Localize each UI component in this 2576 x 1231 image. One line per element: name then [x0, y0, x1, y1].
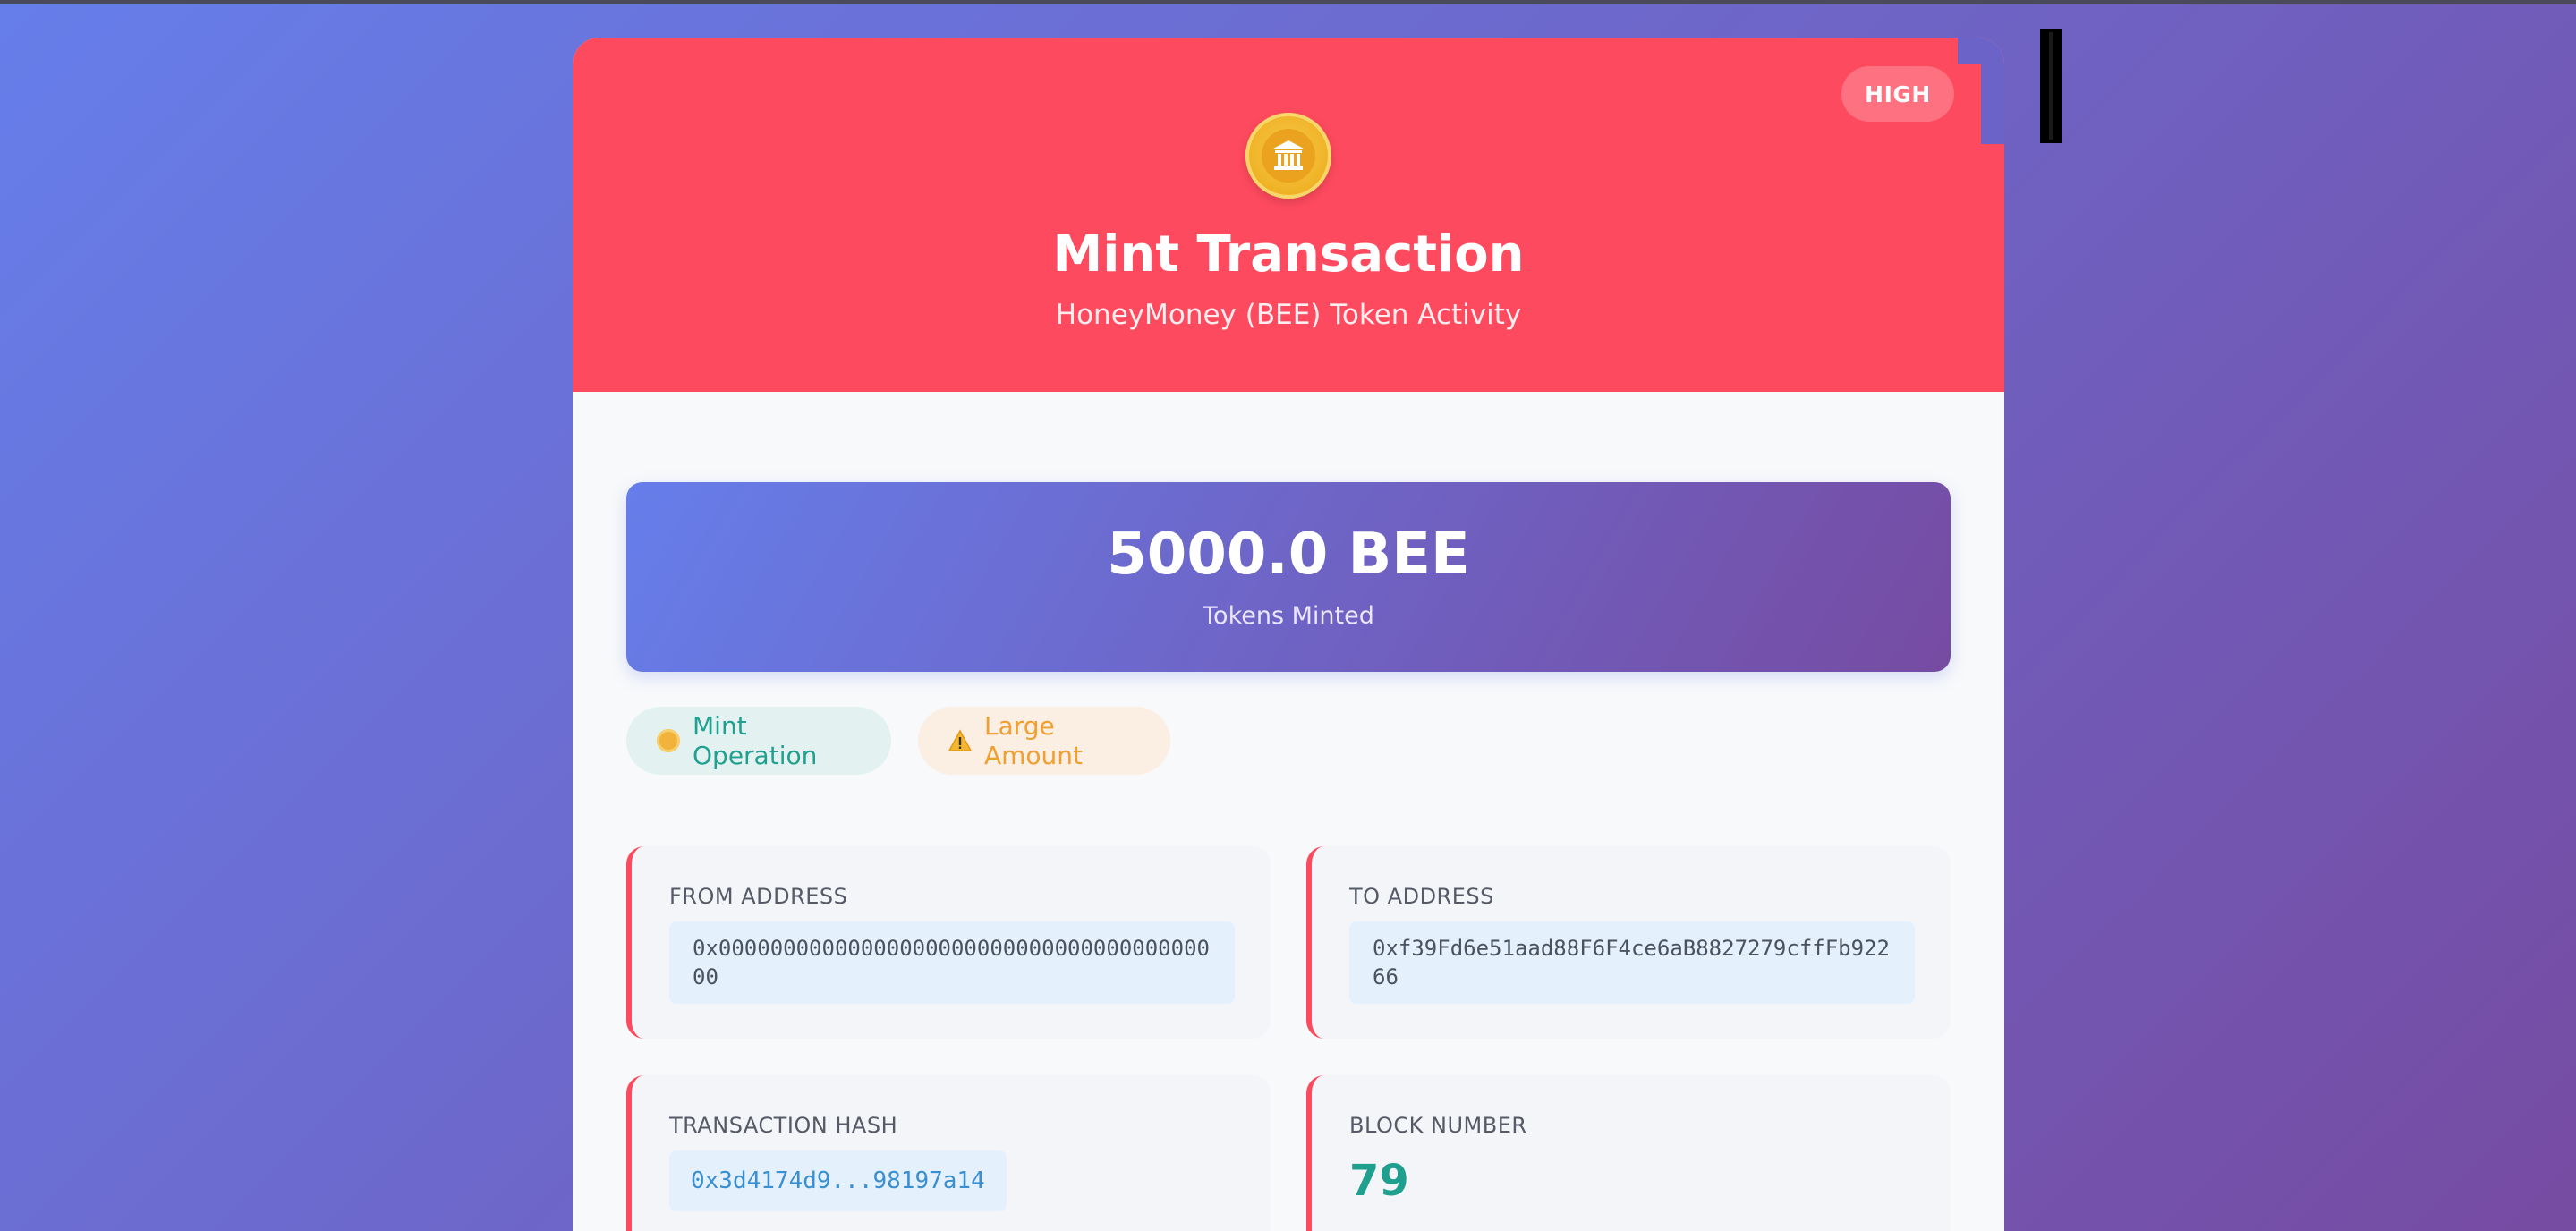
risk-level-badge: HIGH: [1841, 66, 1954, 122]
to-address-value[interactable]: 0xf39Fd6e51aad88F6F4ce6aB8827279cffFb922…: [1349, 921, 1915, 1004]
from-address-label: FROM ADDRESS: [669, 884, 848, 909]
tag-mint-operation: Mint Operation: [626, 707, 891, 775]
transaction-hash-label: TRANSACTION HASH: [669, 1113, 898, 1138]
warning-icon: [948, 729, 973, 752]
tag-large-amount: Large Amount: [918, 707, 1170, 775]
overlay-scrollbar[interactable]: [2040, 29, 2062, 143]
amount-panel: 5000.0 BEE Tokens Minted: [626, 482, 1951, 672]
block-number-card: BLOCK NUMBER 79: [1306, 1075, 1951, 1231]
page-subtitle: HoneyMoney (BEE) Token Activity: [1055, 299, 1522, 331]
tag-label: Large Amount: [984, 711, 1084, 770]
scrollbar-thumb[interactable]: [2049, 32, 2053, 140]
from-address-card: FROM ADDRESS 0x0000000000000000000000000…: [626, 846, 1271, 1039]
header-edge: [1981, 38, 2004, 144]
header-corner: [1958, 38, 1981, 64]
to-address-card: TO ADDRESS 0xf39Fd6e51aad88F6F4ce6aB8827…: [1306, 846, 1951, 1039]
tag-label: Mint Operation: [693, 711, 818, 770]
window-top-border: [0, 0, 2576, 4]
bank-coin-icon: [1245, 113, 1331, 199]
to-address-label: TO ADDRESS: [1349, 884, 1494, 909]
page-title: Mint Transaction: [1052, 225, 1525, 284]
transaction-hash-card: TRANSACTION HASH 0x3d4174d9...98197a14: [626, 1075, 1271, 1231]
transaction-hash-value[interactable]: 0x3d4174d9...98197a14: [669, 1150, 1007, 1211]
from-address-value[interactable]: 0x00000000000000000000000000000000000000…: [669, 921, 1235, 1004]
block-number-label: BLOCK NUMBER: [1349, 1113, 1527, 1138]
card-header: HIGH Mint Transaction HoneyMoney (BEE) T…: [573, 38, 2004, 392]
transaction-card: HIGH Mint Transaction HoneyMoney (BEE) T…: [573, 38, 2004, 1231]
minted-amount-label: Tokens Minted: [1203, 602, 1374, 630]
block-number-value: 79: [1349, 1156, 1409, 1206]
minted-amount: 5000.0 BEE: [1107, 522, 1470, 588]
coin-icon: [657, 729, 680, 752]
